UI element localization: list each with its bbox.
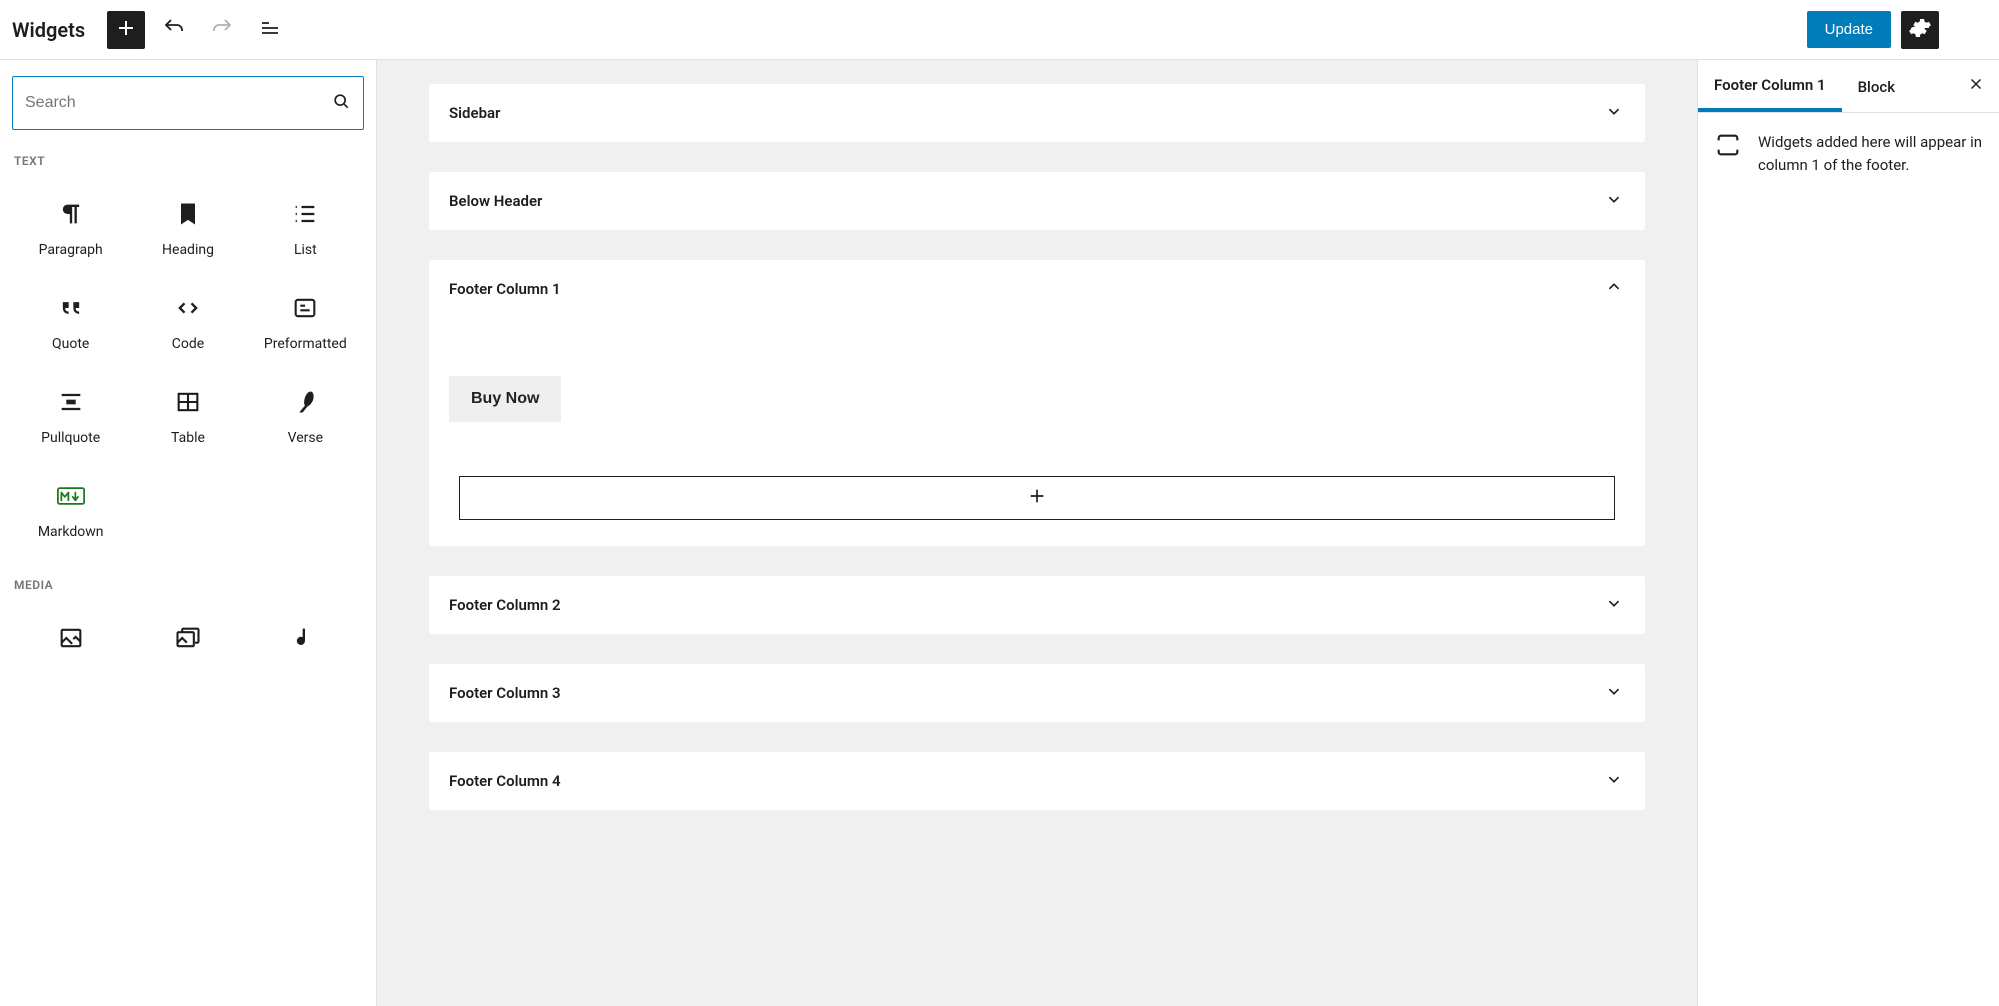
widget-area-footer-column-2: Footer Column 2 [429,576,1645,634]
outline-icon [258,16,282,43]
chevron-down-icon [1603,100,1625,126]
block-label: Quote [52,336,89,352]
widget-area-footer-column-1: Footer Column 1 Buy Now [429,260,1645,546]
area-title: Footer Column 2 [449,596,561,614]
table-icon [174,388,202,416]
widget-area-footer-column-3: Footer Column 3 [429,664,1645,722]
block-audio[interactable] [247,606,364,684]
area-header[interactable]: Below Header [429,172,1645,230]
add-block-appender[interactable] [459,476,1615,520]
chevron-down-icon [1603,768,1625,794]
search-input[interactable] [25,94,331,112]
block-preformatted[interactable]: Preformatted [247,276,364,370]
verse-icon [291,388,319,416]
close-settings-button[interactable] [1953,75,1999,97]
audio-icon [291,624,319,652]
block-heading[interactable]: Heading [129,182,246,276]
bookmark-icon [174,200,202,228]
undo-button[interactable] [155,11,193,49]
chevron-up-icon [1603,276,1625,302]
area-header[interactable]: Sidebar [429,84,1645,142]
block-paragraph[interactable]: Paragraph [12,182,129,276]
buy-now-button[interactable]: Buy Now [449,376,561,422]
widget-area-below-header: Below Header [429,172,1645,230]
panel-content: Widgets added here will appear in column… [1698,113,1999,194]
widget-area-icon [1714,131,1742,159]
search-icon [331,91,351,115]
block-image[interactable] [12,606,129,684]
chevron-down-icon [1603,592,1625,618]
block-label: List [294,242,317,258]
preformatted-icon [291,294,319,322]
toolbar-right-group: Update [1807,11,1987,49]
block-label: Table [171,430,205,446]
block-label: Markdown [38,524,104,540]
pullquote-icon [57,388,85,416]
block-table[interactable]: Table [129,370,246,464]
settings-tabs: Footer Column 1 Block [1698,60,1999,113]
settings-panel: Footer Column 1 Block Widgets added here… [1697,60,1999,1006]
gallery-icon [174,624,202,652]
more-options-button[interactable] [1949,11,1987,49]
paragraph-icon [57,200,85,228]
area-header[interactable]: Footer Column 2 [429,576,1645,634]
block-label: Heading [162,242,214,258]
block-code[interactable]: Code [129,276,246,370]
widget-areas-canvas: Sidebar Below Header Footer Column 1 Buy… [377,60,1697,1006]
block-label: Code [172,336,204,352]
top-toolbar: Widgets Update [0,0,1999,60]
area-title: Below Header [449,192,542,210]
block-pullquote[interactable]: Pullquote [12,370,129,464]
markdown-icon [57,482,85,510]
area-title: Footer Column 1 [449,280,561,298]
quote-icon [57,294,85,322]
section-label-text: TEXT [14,154,364,168]
media-blocks-grid [12,606,364,684]
undo-icon [162,16,186,43]
block-inserter-panel: TEXT Paragraph Heading List [0,60,377,1006]
update-button[interactable]: Update [1807,11,1891,48]
area-header[interactable]: Footer Column 1 [429,260,1645,318]
block-label: Preformatted [264,336,347,352]
tab-block[interactable]: Block [1842,62,1911,110]
gear-icon [1908,16,1932,43]
widget-area-footer-column-4: Footer Column 4 [429,752,1645,810]
area-header[interactable]: Footer Column 3 [429,664,1645,722]
block-label: Verse [288,430,323,446]
block-markdown[interactable]: Markdown [12,464,129,558]
search-container [12,76,364,130]
block-verse[interactable]: Verse [247,370,364,464]
plus-icon [1026,485,1048,511]
redo-icon [210,16,234,43]
block-gallery[interactable] [129,606,246,684]
plus-icon [114,16,138,43]
close-icon [1967,78,1985,97]
block-label: Pullquote [41,430,100,446]
block-list[interactable]: List [247,182,364,276]
image-icon [57,624,85,652]
widget-area-sidebar: Sidebar [429,84,1645,142]
panel-description: Widgets added here will appear in column… [1758,131,1983,176]
code-icon [174,294,202,322]
chevron-down-icon [1603,680,1625,706]
block-quote[interactable]: Quote [12,276,129,370]
area-title: Sidebar [449,104,500,122]
page-title: Widgets [12,18,85,42]
tab-widget-area[interactable]: Footer Column 1 [1698,60,1842,112]
chevron-down-icon [1603,188,1625,214]
block-label: Paragraph [39,242,103,258]
list-view-button[interactable] [251,11,289,49]
area-header[interactable]: Footer Column 4 [429,752,1645,810]
area-title: Footer Column 4 [449,772,561,790]
text-blocks-grid: Paragraph Heading List Quote [12,182,364,558]
settings-toggle-button[interactable] [1901,11,1939,49]
list-icon [291,200,319,228]
area-title: Footer Column 3 [449,684,561,702]
toolbar-left-group: Widgets [12,11,289,49]
area-body: Buy Now [429,318,1645,546]
section-label-media: MEDIA [14,578,364,592]
redo-button[interactable] [203,11,241,49]
add-block-button[interactable] [107,11,145,49]
